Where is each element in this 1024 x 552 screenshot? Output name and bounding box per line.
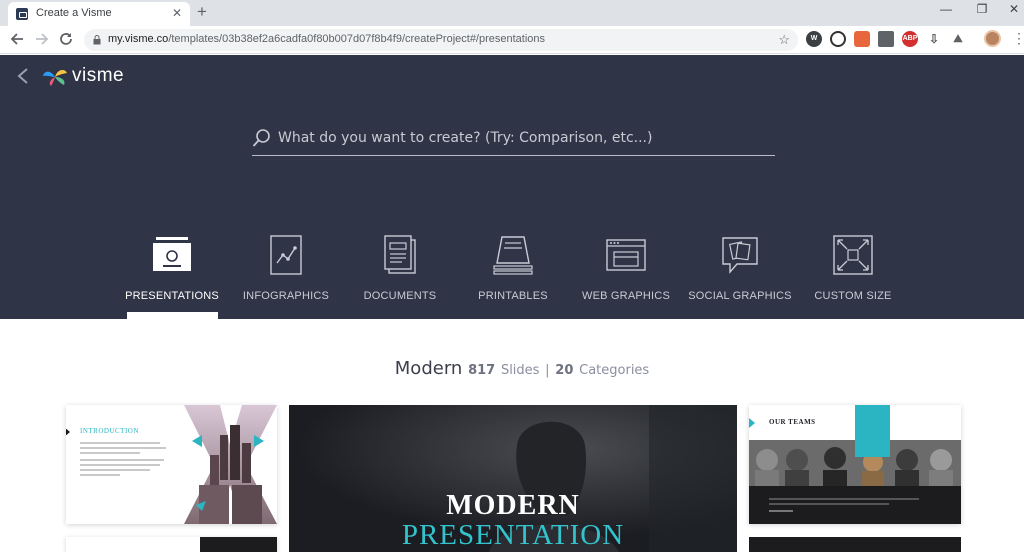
extension-flag-icon[interactable] xyxy=(878,31,894,47)
visme-logo[interactable]: visme xyxy=(42,65,132,87)
presentation-icon xyxy=(153,237,191,271)
extension-wave-icon[interactable]: W xyxy=(806,31,822,47)
url-path: /templates/03b38ef2a6cadfa0f80b007d07f8b… xyxy=(168,33,546,45)
city-x-graphic xyxy=(184,405,277,524)
slide-marker-icon xyxy=(749,418,755,428)
lock-icon xyxy=(93,35,101,45)
accent-panel xyxy=(855,405,890,457)
close-window-button[interactable]: ✕ xyxy=(994,2,1024,16)
back-chevron-icon[interactable] xyxy=(16,67,30,85)
adblock-icon[interactable]: ABP xyxy=(902,31,918,47)
tab-infographics[interactable]: INFOGRAPHICS xyxy=(226,235,346,319)
tab-close-icon[interactable]: ✕ xyxy=(172,6,182,20)
minimize-button[interactable]: — xyxy=(926,2,966,16)
template-card-our-teams[interactable]: OUR TEAMS xyxy=(749,405,961,524)
tab-label: INFOGRAPHICS xyxy=(242,290,330,302)
search-input[interactable] xyxy=(278,127,768,149)
infographic-icon xyxy=(270,235,302,275)
browser-tabstrip: Create a Visme ✕ + — ❐ ✕ xyxy=(0,0,1024,26)
back-arrow-icon[interactable] xyxy=(10,32,24,46)
extension-mountain-icon[interactable]: ⛰ xyxy=(950,31,966,47)
slide-marker-icon xyxy=(66,427,70,437)
url-host: my.visme.co xyxy=(108,33,169,45)
tab-web-graphics[interactable]: WEB GRAPHICS xyxy=(566,235,686,319)
template-search xyxy=(252,125,775,156)
template-card-introduction[interactable]: INTRODUCTION xyxy=(66,405,277,524)
categories-label: Categories xyxy=(579,363,650,378)
tab-social-graphics[interactable]: SOCIAL GRAPHICS xyxy=(680,235,800,319)
categories-count: 20 xyxy=(555,363,574,378)
tab-label: WEB GRAPHICS xyxy=(582,290,670,302)
section-title: Modern xyxy=(394,358,463,379)
tab-printables[interactable]: PRINTABLES xyxy=(453,235,573,319)
reload-icon[interactable] xyxy=(59,32,73,46)
browser-tab[interactable]: Create a Visme ✕ xyxy=(8,2,190,26)
separator: | xyxy=(545,363,550,378)
extension-download-icon[interactable]: ⇩ xyxy=(926,31,942,47)
template-title: INTRODUCTION xyxy=(80,427,139,435)
tab-documents[interactable]: DOCUMENTS xyxy=(340,235,460,319)
tab-label: PRINTABLES xyxy=(478,290,548,302)
custom-size-icon xyxy=(833,235,873,275)
tab-label: CUSTOM SIZE xyxy=(814,290,892,302)
social-graphics-icon xyxy=(722,237,758,274)
template-title: OUR TEAMS xyxy=(769,418,816,426)
template-subtitle: PRESENTATION xyxy=(401,519,625,551)
slides-count: 817 xyxy=(468,363,496,378)
forward-arrow-icon[interactable] xyxy=(35,32,49,46)
printables-icon xyxy=(493,236,533,275)
profile-avatar[interactable] xyxy=(984,30,1001,47)
tab-title: Create a Visme xyxy=(36,7,112,19)
template-card-next-left[interactable] xyxy=(66,537,277,552)
tab-custom-size[interactable]: CUSTOM SIZE xyxy=(793,235,913,319)
tab-label: SOCIAL GRAPHICS xyxy=(688,290,792,302)
browser-menu-icon[interactable]: ⋮ xyxy=(1012,29,1024,47)
visme-favicon-icon xyxy=(16,8,28,20)
address-bar[interactable]: my.visme.co/templates/03b38ef2a6cadfa0f8… xyxy=(84,29,798,51)
search-icon xyxy=(252,129,270,147)
section-heading: Modern 817 Slides | 20 Categories xyxy=(0,358,1024,379)
template-body-text xyxy=(80,442,166,479)
active-tab-indicator xyxy=(127,312,218,319)
slides-label: Slides xyxy=(500,363,540,378)
web-graphics-icon xyxy=(606,239,646,271)
tab-label: PRESENTATIONS xyxy=(125,290,219,302)
browser-toolbar: my.visme.co/templates/03b38ef2a6cadfa0f8… xyxy=(0,26,1024,54)
visme-logo-mark-icon xyxy=(43,69,67,86)
template-card-modern-presentation[interactable]: MODERN PRESENTATION xyxy=(289,405,737,552)
new-tab-button[interactable]: + xyxy=(197,3,207,21)
extension-orange-icon[interactable] xyxy=(854,31,870,47)
tab-presentations[interactable]: PRESENTATIONS xyxy=(112,235,232,319)
visme-header: visme PRESENTATIONS INFOGRAPHICS xyxy=(0,55,1024,319)
template-card-next-right[interactable] xyxy=(749,537,961,552)
url-text: my.visme.co/templates/03b38ef2a6cadfa0f8… xyxy=(108,33,545,45)
bookmark-star-icon[interactable]: ☆ xyxy=(778,32,790,48)
visme-logo-text: visme xyxy=(72,65,125,86)
documents-icon xyxy=(384,235,416,274)
tab-label: DOCUMENTS xyxy=(363,290,437,302)
extension-eye-icon[interactable] xyxy=(830,31,846,47)
template-title: MODERN xyxy=(446,490,580,521)
